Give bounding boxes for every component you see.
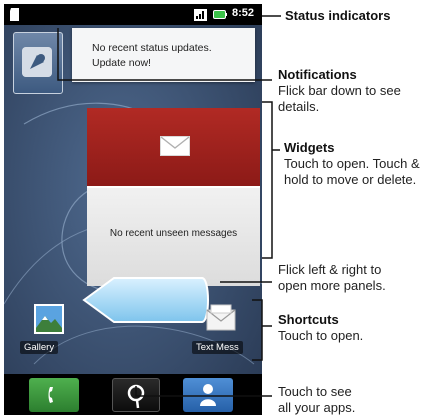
callout-widgets-line1: Touch to open. Touch & <box>284 156 420 171</box>
callout-apps: Touch to see all your apps. <box>278 384 355 416</box>
callout-panels-line2: open more panels. <box>278 278 386 293</box>
callout-notifications-line2: details. <box>278 99 320 114</box>
callout-status: Status indicators <box>285 8 390 24</box>
callout-panels-line1: Flick left & right to <box>278 262 382 277</box>
callout-notifications-title: Notifications <box>278 67 357 82</box>
callout-apps-line2: all your apps. <box>278 400 356 415</box>
callout-notifications-line1: Flick bar down to see <box>278 83 401 98</box>
callout-widgets: Widgets Touch to open. Touch & hold to m… <box>284 140 420 188</box>
callout-widgets-line2: hold to move or delete. <box>284 172 417 187</box>
callout-shortcuts: Shortcuts Touch to open. <box>278 312 363 344</box>
callout-widgets-title: Widgets <box>284 140 335 155</box>
callout-panels: Flick left & right to open more panels. <box>278 262 386 294</box>
callout-status-title: Status indicators <box>285 8 391 23</box>
callout-shortcuts-line1: Touch to open. <box>278 328 364 343</box>
callout-shortcuts-title: Shortcuts <box>278 312 339 327</box>
callout-notifications: Notifications Flick bar down to see deta… <box>278 67 401 115</box>
callout-apps-line1: Touch to see <box>278 384 352 399</box>
callout-lines <box>57 15 281 397</box>
